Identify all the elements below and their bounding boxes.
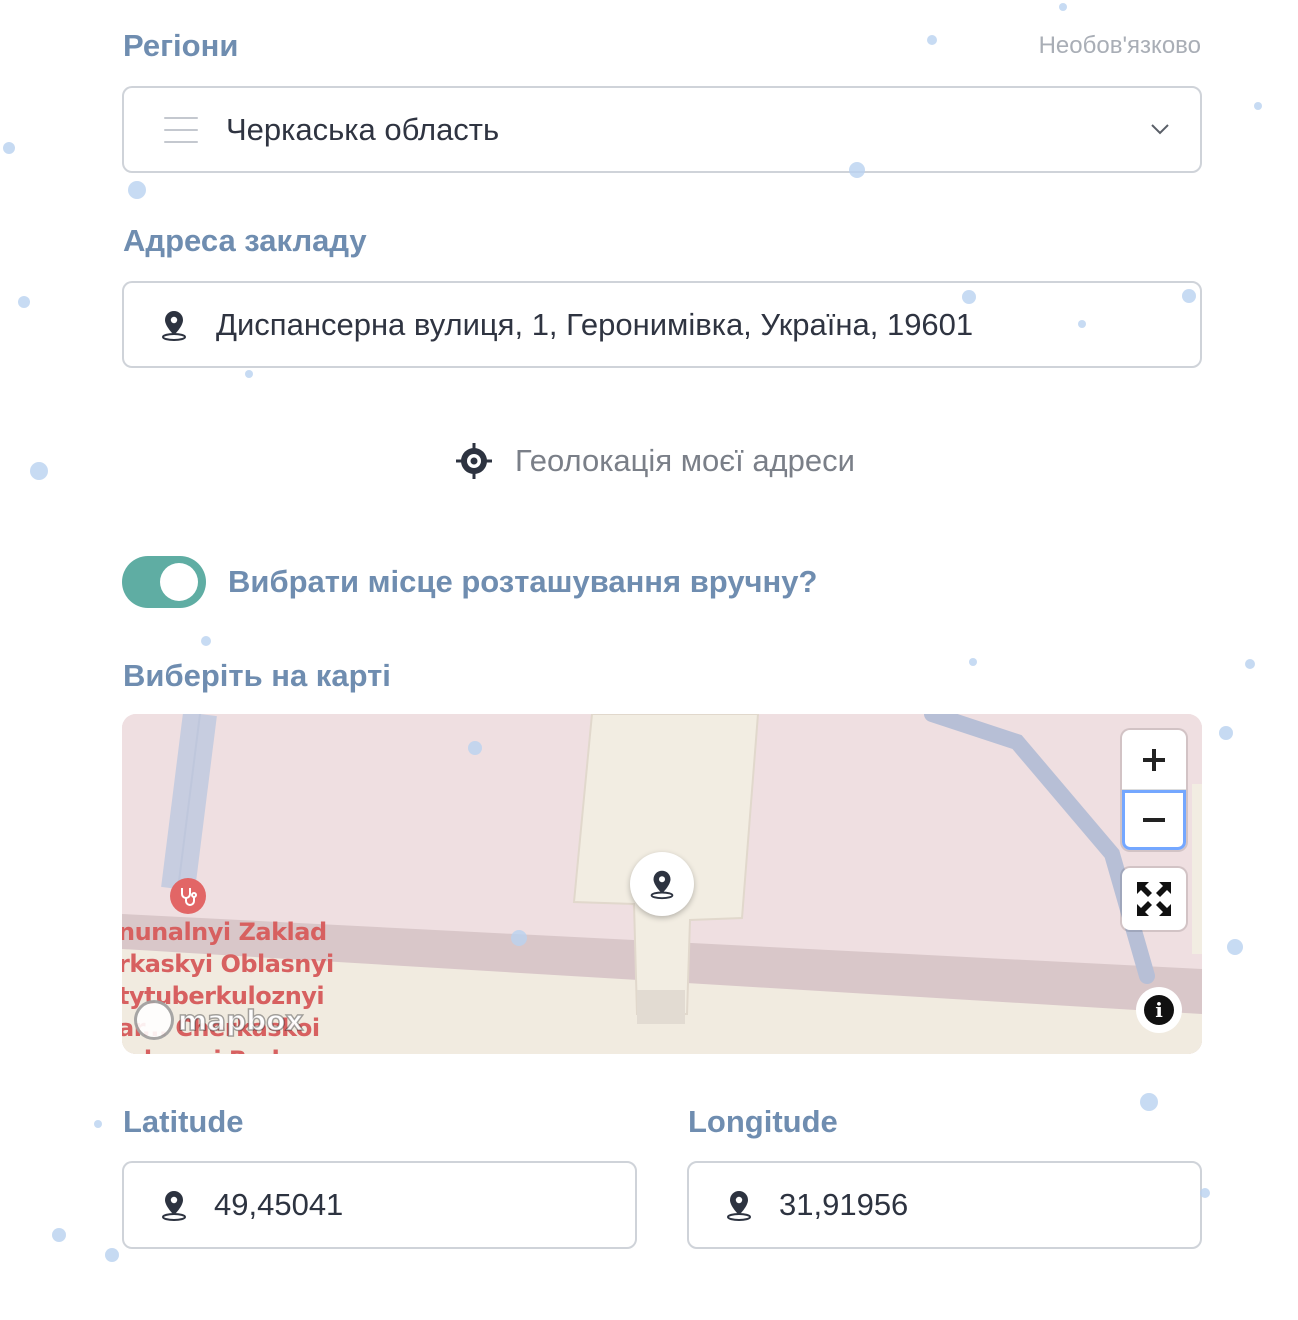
toggle-knob [160, 563, 198, 601]
minus-icon [1143, 818, 1165, 822]
latitude-label: Latitude [123, 1104, 244, 1139]
geolocation-label: Геолокація моєї адреси [515, 443, 855, 478]
map-poi-label: ...loosoi Rada [122, 1046, 295, 1054]
address-label: Адреса закладу [123, 223, 367, 258]
map-poi-label: nunalnyi Zaklad [122, 918, 327, 946]
plus-icon [1143, 748, 1165, 771]
location-pin-icon [650, 870, 674, 900]
manual-location-toggle[interactable] [122, 556, 206, 608]
fullscreen-icon [1137, 882, 1171, 916]
crosshair-icon [456, 443, 492, 479]
chevron-down-icon [1151, 124, 1169, 135]
hospital-poi-icon[interactable] [170, 878, 206, 914]
mapbox-logo[interactable]: mapbox [134, 1000, 304, 1040]
zoom-controls [1122, 730, 1186, 850]
mapbox-logo-icon [134, 1000, 174, 1040]
manual-location-row: Вибрати місце розташування вручну? [122, 556, 817, 608]
mapbox-logo-text: mapbox [177, 1003, 304, 1038]
map-label: Виберіть на карті [123, 658, 391, 693]
regions-label: Регіони [123, 28, 239, 63]
regions-select[interactable]: Черкаська область [122, 86, 1202, 173]
location-pin-icon [162, 310, 186, 341]
regions-selected-value: Черкаська область [226, 111, 500, 147]
longitude-value: 31,91956 [779, 1187, 909, 1222]
map-marker[interactable] [630, 852, 694, 916]
address-value: Диспансерна вулиця, 1, Геронимівка, Укра… [216, 306, 974, 342]
map-view[interactable]: nunalnyi Zaklad rkaskyi Oblasnyi tytuber… [122, 714, 1202, 1054]
zoom-out-button[interactable] [1122, 790, 1186, 850]
info-icon: i [1144, 995, 1174, 1025]
longitude-label: Longitude [688, 1104, 838, 1139]
address-input[interactable]: Диспансерна вулиця, 1, Геронимівка, Укра… [122, 281, 1202, 368]
longitude-input[interactable]: 31,91956 [687, 1161, 1202, 1249]
attribution-info-button[interactable]: i [1136, 987, 1182, 1033]
manual-location-label: Вибрати місце розташування вручну? [228, 564, 818, 599]
latitude-input[interactable]: 49,45041 [122, 1161, 637, 1249]
map-poi-label: rkaskyi Oblasnyi [122, 950, 334, 978]
geolocation-button[interactable]: Геолокація моєї адреси [455, 442, 855, 480]
optional-hint: Необов'язково [1038, 32, 1201, 59]
list-icon [164, 116, 198, 143]
latitude-value: 49,45041 [214, 1187, 344, 1222]
fullscreen-button[interactable] [1122, 868, 1186, 930]
zoom-in-button[interactable] [1122, 730, 1186, 790]
location-pin-icon [727, 1191, 751, 1221]
location-pin-icon [162, 1191, 186, 1221]
